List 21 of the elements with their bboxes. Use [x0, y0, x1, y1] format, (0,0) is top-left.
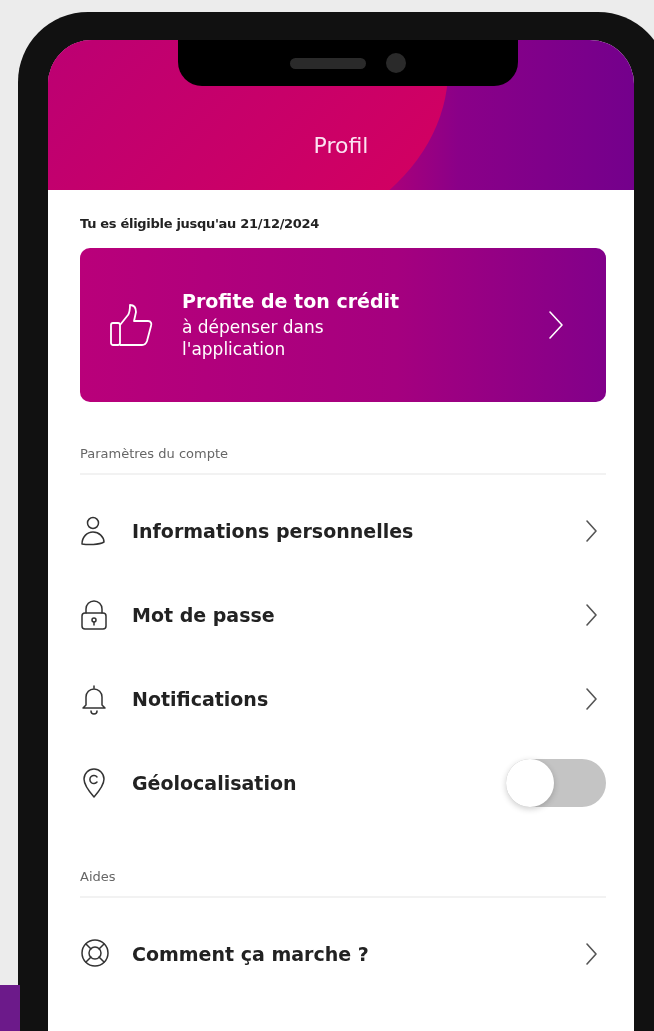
background-panel: [0, 985, 20, 1031]
menu-item[interactable]: Informations personnelles: [80, 489, 606, 573]
toggle-switch[interactable]: [506, 759, 606, 807]
eligibility-text: Tu es éligible jusqu'au 21/12/2024: [80, 216, 321, 231]
card-subtitle: à dépenser dans l'application: [182, 315, 325, 361]
chevron-right-icon: [585, 519, 598, 543]
chevron-right-icon: [585, 687, 598, 711]
lifebuoy-icon: [80, 938, 110, 970]
chevron-right-icon: [548, 310, 564, 340]
menu-item[interactable]: Mot de passe: [80, 573, 606, 657]
row-label: Géolocalisation: [131, 772, 298, 794]
screen-title: Profil: [313, 133, 369, 158]
menu-item[interactable]: Notifications: [80, 657, 606, 741]
padlock-icon: [80, 599, 110, 631]
chevron-right-icon: [585, 942, 598, 966]
chevron-right-icon: [585, 603, 598, 627]
menu-item[interactable]: Comment ça marche ?: [80, 912, 606, 996]
card-title: Profite de ton crédit: [182, 289, 401, 312]
section-heading: Paramètres du compte: [80, 446, 229, 461]
credit-card-button[interactable]: Profite de ton crédit à dépenser dans l'application: [80, 248, 606, 402]
section-heading: Aides: [80, 869, 117, 884]
